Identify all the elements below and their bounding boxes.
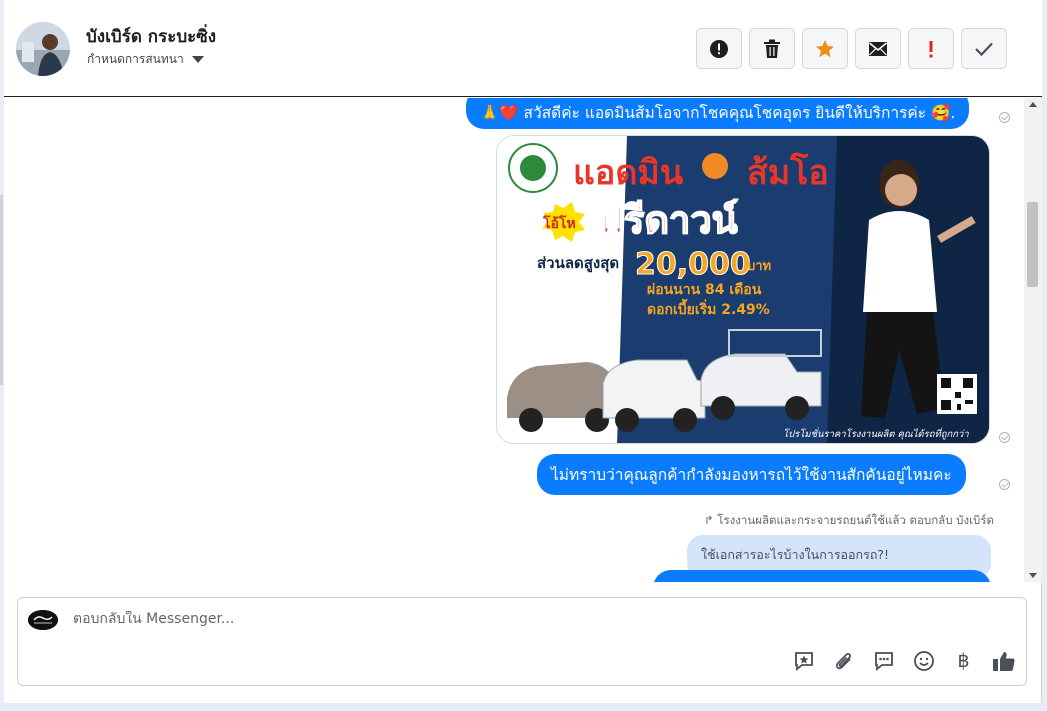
page-profile-icon xyxy=(28,610,58,630)
star-icon xyxy=(816,39,834,57)
delete-button[interactable] xyxy=(749,28,795,69)
payment-button[interactable]: ฿ xyxy=(951,648,976,673)
attachment-button[interactable] xyxy=(831,648,856,673)
saved-reply-button[interactable] xyxy=(791,648,816,673)
promo-badge: โอ้โห xyxy=(542,214,576,232)
message-thread[interactable]: 🙏❤️ สวัสดีค่ะ แอดมินส้มโอจากโชคคุณโชคอุด… xyxy=(4,98,1024,582)
action-toolbar xyxy=(696,28,1007,69)
mark-unread-button[interactable] xyxy=(855,28,901,69)
caret-down-icon xyxy=(191,56,204,63)
reply-arrow-icon: ↱ xyxy=(704,513,714,527)
checkmark-icon xyxy=(975,42,993,56)
exclamation-icon xyxy=(929,40,933,57)
scroll-down-arrow-icon[interactable] xyxy=(1029,573,1037,578)
seen-check-icon xyxy=(999,479,1010,490)
contact-name[interactable]: บังเบิร์ด กระบะซิ่ง xyxy=(86,23,216,50)
promo-image[interactable]: แอดมิน ส้มโอ โอ้โห ฟรีดาวน์ ส่วนลดสูงสุด… xyxy=(496,135,990,444)
scroll-up-arrow-icon[interactable] xyxy=(1029,102,1037,107)
reply-input[interactable] xyxy=(73,611,773,627)
promo-free-down: ฟรีดาวน์ xyxy=(597,198,738,242)
promo-currency: บาท xyxy=(747,259,771,274)
envelope-icon xyxy=(868,41,888,56)
promo-headline-2: ส้มโอ xyxy=(747,152,829,193)
follow-up-button[interactable] xyxy=(908,28,954,69)
page-background xyxy=(0,703,1047,711)
promo-discount-label: ส่วนลดสูงสุด xyxy=(537,254,619,273)
page-logo-icon xyxy=(28,610,58,630)
emoji-icon xyxy=(913,650,934,671)
reply-note-text: โรงงานผลิตและกระจายรถยนต์ใช้แล้ว ตอบกลับ… xyxy=(717,513,994,527)
promo-graphic: แอดมิน ส้มโอ โอ้โห ฟรีดาวน์ ส่วนลดสูงสุด… xyxy=(497,136,989,443)
question-message[interactable]: ไม่ทราบว่าคุณลูกค้ากำลังมองหารถไว้ใช้งาน… xyxy=(537,454,966,495)
greeting-message[interactable]: 🙏❤️ สวัสดีค่ะ แอดมินส้มโอจากโชคคุณโชคอุด… xyxy=(466,98,970,129)
attachment-icon xyxy=(835,652,851,669)
promo-discount-amount: 20,000 xyxy=(635,247,751,282)
spam-button[interactable] xyxy=(696,28,742,69)
promo-headline: แอดมิน xyxy=(573,153,683,193)
avatar-image xyxy=(16,22,70,76)
scrollbar-thumb[interactable] xyxy=(1027,202,1038,287)
message-bubble-partial[interactable] xyxy=(653,570,991,582)
thread-scrollbar[interactable] xyxy=(1024,98,1042,582)
messenger-window: บังเบิร์ด กระบะซิ่ง กำหนดการสนทนา 🙏❤️ สว… xyxy=(4,0,1042,703)
assign-label: กำหนดการสนทนา xyxy=(87,52,184,66)
conversation-header: บังเบิร์ด กระบะซิ่ง กำหนดการสนทนา xyxy=(4,0,1042,97)
alert-circle-icon xyxy=(710,39,728,58)
promo-installment: ผ่อนนาน 84 เดือน xyxy=(647,282,762,298)
side-divider xyxy=(0,195,3,385)
like-button[interactable] xyxy=(991,648,1016,673)
seen-check-icon xyxy=(999,112,1010,123)
reply-note: ↱ โรงงานผลิตและกระจายรถยนต์ใช้แล้ว ตอบกล… xyxy=(704,512,994,530)
promo-footer: โปรโมชั่นราคาโรงงานผลิต คุณได้รถที่ถูกกว… xyxy=(783,427,969,440)
emoji-button[interactable] xyxy=(911,648,936,673)
assign-conversation-dropdown[interactable]: กำหนดการสนทนา xyxy=(87,50,204,69)
avatar[interactable] xyxy=(16,22,70,76)
message-composer: ฿ xyxy=(17,597,1027,686)
thumbs-up-icon xyxy=(992,651,1015,671)
baht-payment-icon: ฿ xyxy=(957,649,970,672)
composer-tools: ฿ xyxy=(791,648,1016,673)
chat-bubble-button[interactable] xyxy=(871,648,896,673)
seen-check-icon xyxy=(999,432,1010,443)
trash-icon xyxy=(764,39,780,58)
chat-bubble-icon xyxy=(874,651,893,671)
saved-reply-icon xyxy=(794,651,813,671)
star-button[interactable] xyxy=(802,28,848,69)
mark-done-button[interactable] xyxy=(961,28,1007,69)
